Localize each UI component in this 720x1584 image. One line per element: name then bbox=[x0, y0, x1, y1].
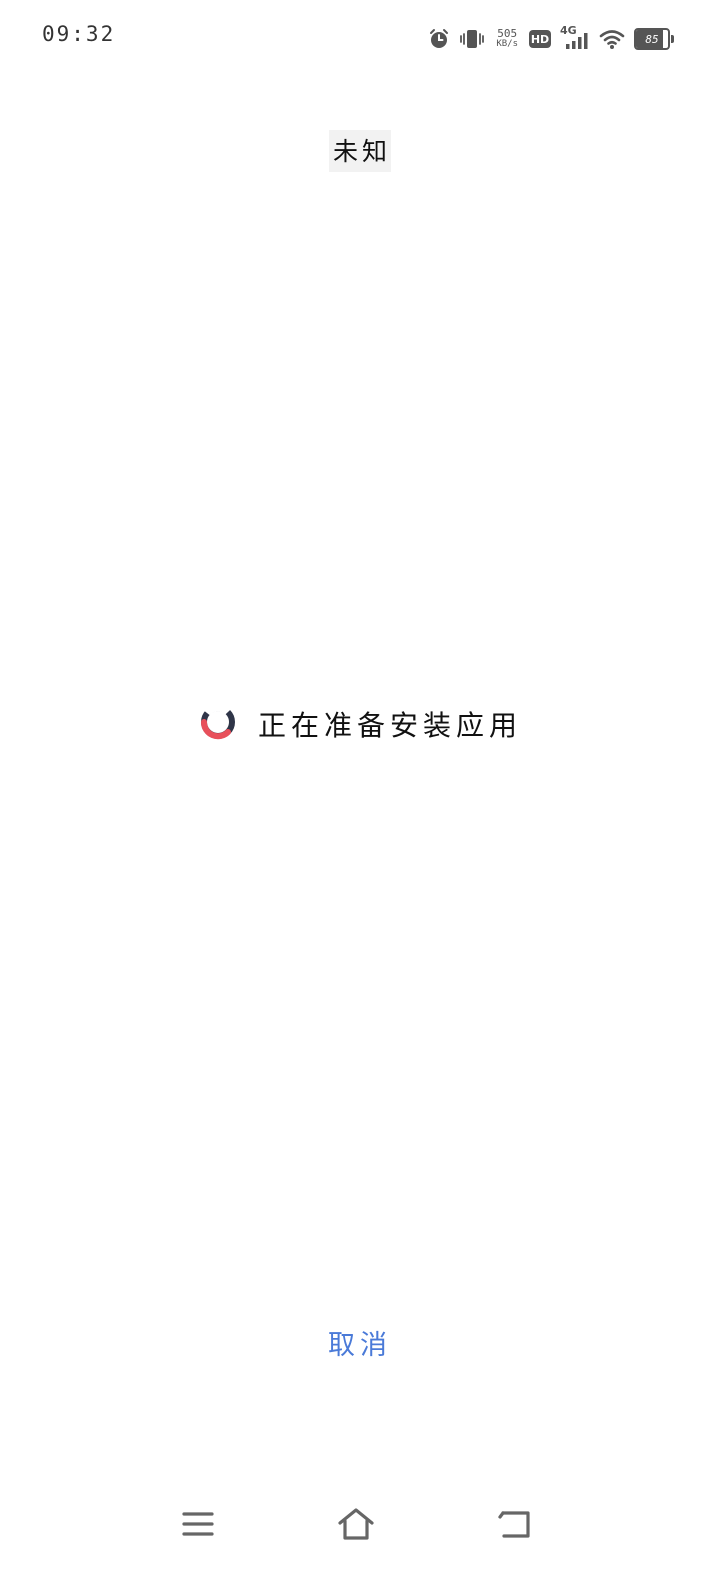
status-icons: 505 KB/s HD 4G 85 bbox=[428, 24, 674, 54]
hd-badge: HD bbox=[529, 30, 551, 48]
app-title-container: 未知 bbox=[0, 130, 720, 172]
back-icon bbox=[498, 1508, 534, 1544]
network-speed-unit: KB/s bbox=[496, 39, 518, 49]
network-type-label: 4G bbox=[560, 24, 577, 37]
cancel-button[interactable]: 取消 bbox=[300, 1318, 420, 1366]
wifi-icon bbox=[599, 28, 625, 50]
menu-icon bbox=[181, 1509, 215, 1543]
menu-button[interactable] bbox=[176, 1504, 220, 1548]
network-speed-value: 505 bbox=[497, 27, 518, 40]
app-name: 未知 bbox=[328, 130, 391, 172]
back-button[interactable] bbox=[494, 1504, 538, 1548]
status-clock: 09:32 bbox=[42, 22, 116, 46]
vibrate-icon bbox=[459, 28, 485, 50]
home-icon bbox=[336, 1507, 376, 1545]
status-bar: 09:32 505 KB/s HD 4G 85 bbox=[0, 0, 720, 72]
install-status-text: 正在准备安装应用 bbox=[257, 709, 522, 742]
alarm-icon bbox=[428, 28, 450, 50]
battery-icon: 85 bbox=[634, 28, 670, 50]
cellular-signal-icon: 4G bbox=[560, 24, 590, 50]
install-progress: 正在准备安装应用 bbox=[0, 702, 720, 746]
battery-indicator: 85 bbox=[634, 28, 674, 50]
battery-cap bbox=[671, 35, 674, 43]
navigation-bar bbox=[0, 1494, 720, 1558]
home-button[interactable] bbox=[334, 1504, 378, 1548]
network-speed: 505 KB/s bbox=[496, 28, 518, 50]
battery-level: 85 bbox=[645, 32, 659, 46]
loading-spinner-icon bbox=[198, 702, 238, 746]
